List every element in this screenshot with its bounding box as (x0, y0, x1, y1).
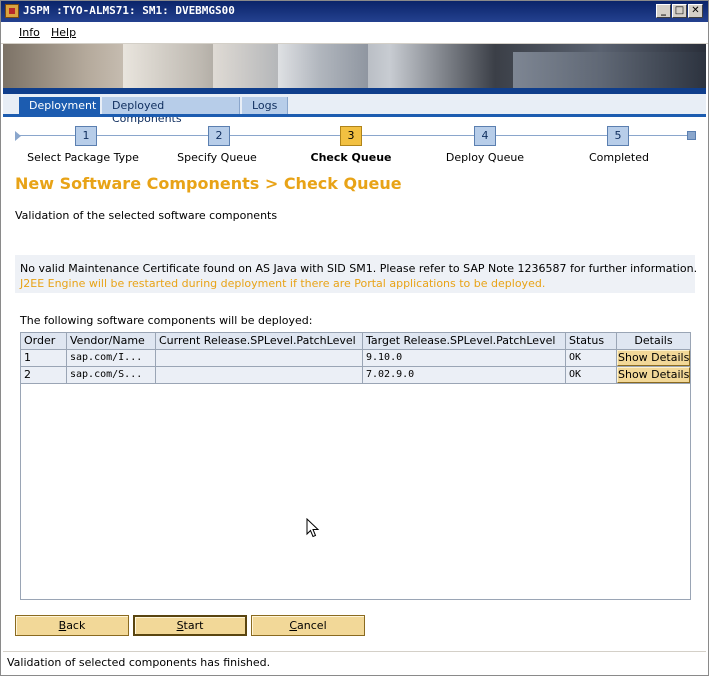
roadmap-step-2: 2 (208, 126, 230, 146)
roadmap-step-4: 4 (474, 126, 496, 146)
row-1-target-release: 9.10.0 (363, 350, 566, 367)
row-2-details-cell: Show Details (617, 367, 691, 384)
status-bar-text: Validation of selected components has fi… (7, 656, 271, 669)
start-button-label: tart (183, 619, 204, 632)
menu-info-label: Info (19, 26, 40, 39)
col-header-target-release[interactable]: Target Release.SPLevel.PatchLevel (363, 333, 566, 350)
roadmap-end-icon (687, 131, 696, 140)
col-header-details[interactable]: Details (617, 333, 691, 350)
close-button[interactable]: ✕ (688, 4, 703, 18)
roadmap-step-4-label: Deploy Queue (445, 151, 525, 164)
roadmap-step-3-label: Check Queue (310, 151, 392, 164)
back-button-label: ack (66, 619, 86, 632)
menu-help-label: Help (51, 26, 77, 39)
title-bar[interactable]: JSPM :TYO-ALMS71: SM1: DVEBMGS00 _ □ ✕ (1, 1, 708, 22)
back-button[interactable]: Back (15, 615, 129, 636)
menu-bar: Info Help (1, 22, 708, 44)
start-button-mnemonic: S (176, 619, 184, 632)
cancel-button-label: ancel (297, 619, 327, 632)
col-header-current-release[interactable]: Current Release.SPLevel.PatchLevel (156, 333, 363, 350)
roadmap-step-3: 3 (340, 126, 362, 146)
row-2-target-release: 7.02.9.0 (363, 367, 566, 384)
minimize-icon: _ (661, 5, 666, 16)
banner-shape (123, 44, 213, 88)
tab-logs[interactable]: Logs (242, 97, 288, 115)
roadmap-step-1-label: Select Package Type (27, 151, 139, 164)
row-2-vendor: sap.com/S... (67, 367, 156, 384)
row-1-order: 1 (21, 350, 67, 367)
window-title: JSPM :TYO-ALMS71: SM1: DVEBMGS00 (23, 4, 235, 17)
minimize-button[interactable]: _ (656, 4, 671, 18)
components-table: Order Vendor/Name Current Release.SPLeve… (20, 332, 691, 600)
roadmap-step-5-label: Completed (589, 151, 649, 164)
row-1-status: OK (566, 350, 617, 367)
app-icon (5, 4, 19, 18)
roadmap-step-2-label: Specify Queue (177, 151, 257, 164)
table-caption: The following software components will b… (20, 314, 313, 327)
jspm-window: JSPM :TYO-ALMS71: SM1: DVEBMGS00 _ □ ✕ I… (0, 0, 709, 676)
page-subtitle: Validation of the selected software comp… (15, 209, 278, 222)
row-2-order: 2 (21, 367, 67, 384)
roadmap-step-1: 1 (75, 126, 97, 146)
cancel-button[interactable]: Cancel (251, 615, 365, 636)
start-button[interactable]: Start (133, 615, 247, 636)
cancel-button-mnemonic: C (289, 619, 298, 632)
row-1-details-cell: Show Details (617, 350, 691, 367)
close-icon: ✕ (691, 5, 700, 16)
tab-underline (3, 114, 706, 117)
certificate-warning-message: No valid Maintenance Certificate found o… (20, 262, 698, 275)
row-1-show-details-button[interactable]: Show Details (617, 350, 690, 366)
banner-shape (278, 44, 368, 88)
row-1-current-release (156, 350, 363, 367)
tab-deployed-components[interactable]: Deployed Components (102, 97, 240, 125)
mouse-pointer-icon (306, 518, 320, 538)
col-header-status[interactable]: Status (566, 333, 617, 350)
row-2-status: OK (566, 367, 617, 384)
header-banner-image (3, 44, 706, 88)
maximize-icon: □ (674, 5, 685, 16)
roadmap-start-icon (15, 131, 21, 141)
col-header-vendor[interactable]: Vendor/Name (67, 333, 156, 350)
tab-deployment[interactable]: Deployment (19, 97, 100, 115)
row-1-vendor: sap.com/I... (67, 350, 156, 367)
row-2-current-release (156, 367, 363, 384)
col-header-order[interactable]: Order (21, 333, 67, 350)
banner-shape (513, 52, 706, 88)
restart-info-message: J2EE Engine will be restarted during dep… (20, 277, 546, 290)
maximize-button[interactable]: □ (672, 4, 687, 18)
menu-help[interactable]: Help (51, 26, 76, 39)
page-title: New Software Components > Check Queue (15, 174, 402, 193)
roadmap-step-5: 5 (607, 126, 629, 146)
row-2-show-details-button[interactable]: Show Details (617, 367, 690, 383)
menu-info[interactable]: Info (19, 26, 40, 39)
